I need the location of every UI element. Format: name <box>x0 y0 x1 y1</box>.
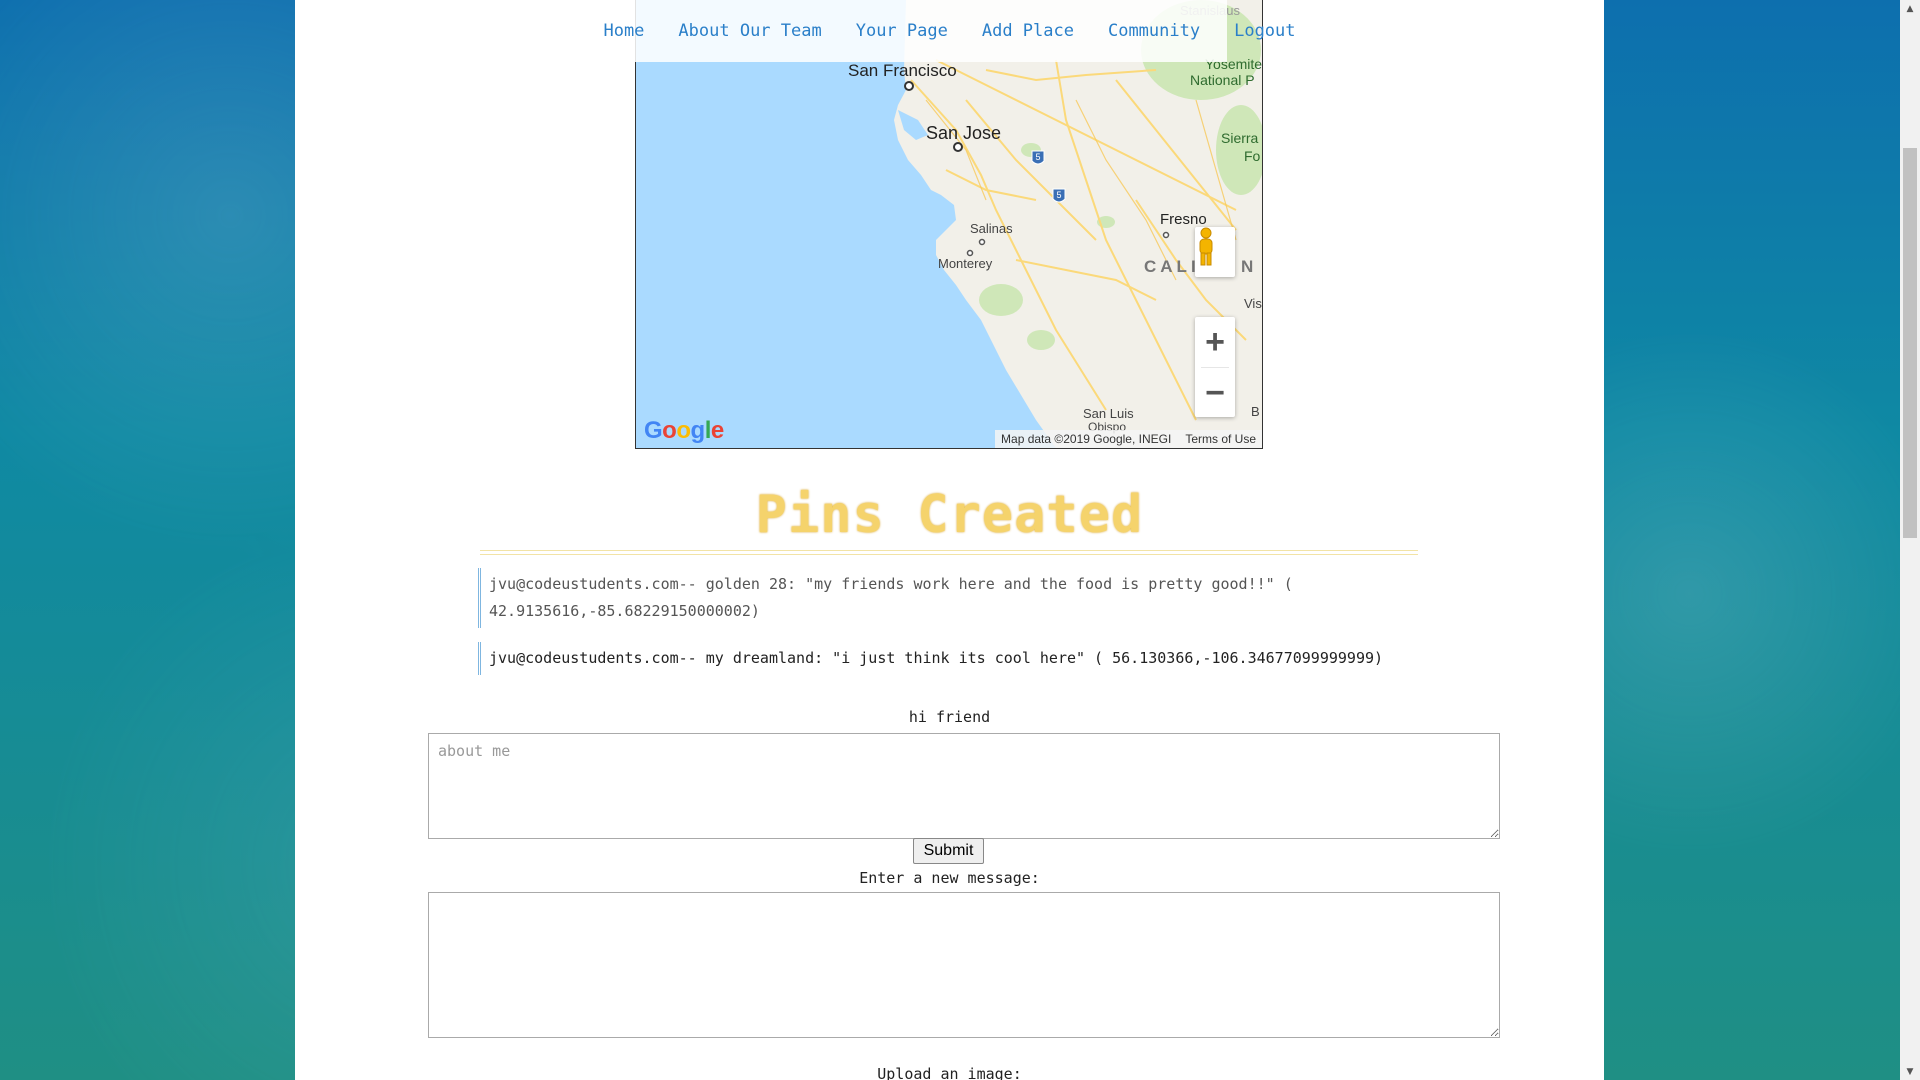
map-label-california: CALI <box>1144 257 1200 276</box>
map-label-san-francisco: San Francisco <box>848 61 957 80</box>
submit-button[interactable]: Submit <box>913 838 984 864</box>
pin-item: jvu@codeustudents.com-- golden 28: "my f… <box>478 568 1418 628</box>
greeting-text: hi friend <box>908 708 991 726</box>
map-label-national-park: National P <box>1190 72 1255 88</box>
heading-divider <box>480 550 1418 555</box>
upload-image-label: Upload an image: <box>877 1065 1022 1080</box>
google-logo: Google <box>644 417 724 444</box>
scroll-thumb[interactable] <box>1903 148 1917 538</box>
map-label-san-luis: San Luis <box>1083 406 1134 421</box>
map-data-credit: Map data ©2019 Google, INEGI <box>1001 432 1172 446</box>
nav-home[interactable]: Home <box>586 21 661 41</box>
pin-list: jvu@codeustudents.com-- golden 28: "my f… <box>478 568 1418 689</box>
san-francisco-marker <box>904 81 914 91</box>
map-label-salinas: Salinas <box>970 221 1013 236</box>
page-container: Home About Our Team Your Page Add Place … <box>295 0 1604 1080</box>
pin-item: jvu@codeustudents.com-- my dreamland: "i… <box>478 642 1418 675</box>
pegman-icon <box>1199 227 1213 266</box>
nav-logout[interactable]: Logout <box>1217 21 1312 41</box>
map-label-fresno: Fresno <box>1160 211 1207 228</box>
interstate-number-label: 5 <box>1035 152 1040 162</box>
scroll-down-arrow-icon[interactable]: ▼ <box>1900 1063 1920 1080</box>
map-label-edge-b: B <box>1251 404 1260 419</box>
zoom-out-button[interactable]: − <box>1195 368 1235 418</box>
map-label-monterey: Monterey <box>938 256 993 271</box>
nav-about-our-team[interactable]: About Our Team <box>661 21 838 41</box>
san-jose-marker <box>953 142 963 152</box>
top-navigation: Home About Our Team Your Page Add Place … <box>295 0 1604 62</box>
map-label-vis: Vis <box>1244 296 1262 311</box>
vertical-scrollbar[interactable]: ▲ ▼ <box>1900 0 1920 1080</box>
map-label-san-jose: San Jose <box>926 123 1002 143</box>
google-map[interactable]: 5 5 San Francisco San Jose Salinas Monter… <box>635 0 1263 449</box>
new-message-label: Enter a new message: <box>859 869 1040 887</box>
map-label-sierra: Sierra <box>1221 130 1259 146</box>
scroll-up-arrow-icon[interactable]: ▲ <box>1900 0 1920 17</box>
nav-community[interactable]: Community <box>1091 21 1217 41</box>
nav-your-page[interactable]: Your Page <box>839 21 965 41</box>
new-message-textarea[interactable] <box>428 892 1500 1038</box>
map-label-sierra-tail: Fo <box>1244 148 1261 164</box>
terms-of-use-link[interactable]: Terms of Use <box>1185 432 1256 446</box>
nav-add-place[interactable]: Add Place <box>965 21 1091 41</box>
map-label-california-tail: N <box>1241 257 1254 276</box>
map-zoom-control: + − <box>1195 317 1235 417</box>
about-me-textarea[interactable] <box>428 733 1500 839</box>
pins-created-heading: Pins Created <box>755 485 1144 545</box>
street-view-pegman[interactable] <box>1195 227 1235 277</box>
zoom-in-button[interactable]: + <box>1195 317 1235 367</box>
interstate-number-label: 5 <box>1056 190 1061 200</box>
map-attribution-bar: Map data ©2019 Google, INEGI Terms of Us… <box>995 430 1262 448</box>
